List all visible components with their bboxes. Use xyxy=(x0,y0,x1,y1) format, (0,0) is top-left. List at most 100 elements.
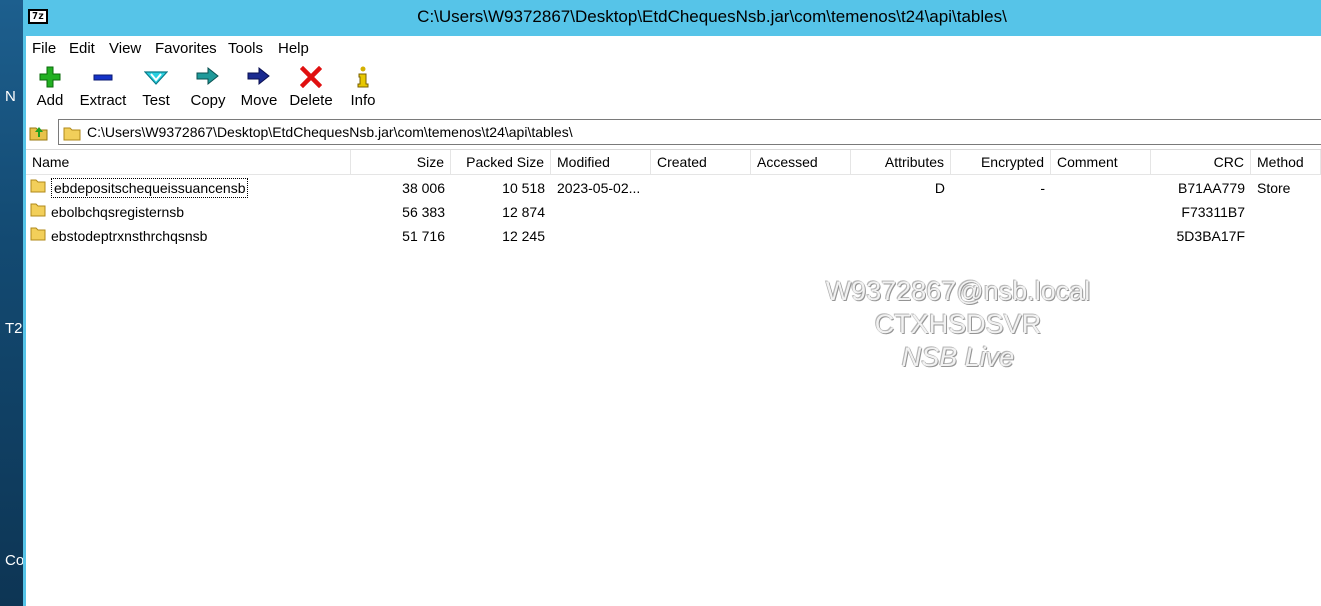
delete-label: Delete xyxy=(289,92,333,109)
info-label: Info xyxy=(350,92,376,109)
x-icon xyxy=(288,65,334,92)
desktop-icon-label[interactable]: N xyxy=(5,88,16,105)
up-folder-button[interactable] xyxy=(29,122,51,142)
menu-favorites[interactable]: Favorites xyxy=(155,40,217,57)
method-cell xyxy=(1251,200,1321,224)
encrypted-cell xyxy=(951,224,1051,248)
move-button[interactable]: Move xyxy=(239,66,279,116)
archive-window: 7z C:\Users\W9372867\Desktop\EtdChequesN… xyxy=(23,0,1321,606)
col-packed-size[interactable]: Packed Size xyxy=(451,150,551,175)
watermark-user: W9372867@nsb.local xyxy=(825,276,1091,306)
add-button[interactable]: Add xyxy=(32,66,68,116)
column-header: Name Size Packed Size Modified Created A… xyxy=(26,150,1321,175)
address-field[interactable]: C:\Users\W9372867\Desktop\EtdChequesNsb.… xyxy=(58,119,1321,145)
encrypted-cell xyxy=(951,200,1051,224)
modified-cell xyxy=(551,200,651,224)
folder-icon xyxy=(30,224,46,248)
file-name: ebstodeptrxnsthrchqsnsb xyxy=(51,228,208,244)
arrow-right-icon xyxy=(239,66,279,92)
crc-cell: B71AA779 xyxy=(1178,180,1245,196)
delete-button[interactable]: Delete xyxy=(288,65,334,116)
menu-bar: File Edit View Favorites Tools Help xyxy=(26,36,1321,60)
comment-cell xyxy=(1051,176,1151,200)
comment-cell xyxy=(1051,224,1151,248)
method-cell xyxy=(1251,224,1321,248)
menu-view[interactable]: View xyxy=(109,40,141,57)
move-label: Move xyxy=(240,92,278,109)
col-crc[interactable]: CRC xyxy=(1151,150,1251,175)
col-modified[interactable]: Modified xyxy=(551,150,651,175)
title-bar[interactable]: 7z C:\Users\W9372867\Desktop\EtdChequesN… xyxy=(23,0,1321,36)
crc-cell: F73311B7 xyxy=(1181,204,1245,220)
created-cell xyxy=(651,200,751,224)
menu-tools[interactable]: Tools xyxy=(228,40,263,57)
table-row[interactable]: ebstodeptrxnsthrchqsnsb 51 716 12 245 5D… xyxy=(26,224,1321,248)
minus-icon xyxy=(77,66,129,92)
menu-file[interactable]: File xyxy=(32,40,56,57)
method-cell: Store xyxy=(1257,180,1291,196)
packed-size-cell: 10 518 xyxy=(502,180,545,196)
accessed-cell xyxy=(751,200,851,224)
crc-cell: 5D3BA17F xyxy=(1176,228,1245,244)
plus-icon xyxy=(32,66,68,92)
double-arrow-icon xyxy=(186,66,230,92)
toolbar: Add Extract Test Copy Move Delete Info xyxy=(26,60,1321,116)
info-button[interactable]: Info xyxy=(348,66,378,116)
name-cell: ebolbchqsregisternsb xyxy=(26,200,351,224)
window-title: C:\Users\W9372867\Desktop\EtdChequesNsb.… xyxy=(417,7,1007,26)
accessed-cell xyxy=(751,224,851,248)
attributes-cell xyxy=(851,224,951,248)
test-button[interactable]: Test xyxy=(136,66,176,116)
folder-up-icon xyxy=(29,127,48,141)
name-cell: ebdepositschequeissuancensb xyxy=(26,176,351,200)
watermark-environment: NSB Live xyxy=(901,342,1015,372)
encrypted-cell: - xyxy=(1040,180,1045,196)
test-label: Test xyxy=(142,92,170,109)
add-label: Add xyxy=(36,92,64,109)
desktop-icon-label[interactable]: T2 xyxy=(5,320,23,337)
table-row[interactable]: ebolbchqsregisternsb 56 383 12 874 F7331… xyxy=(26,200,1321,224)
modified-cell xyxy=(551,224,651,248)
file-name: ebdepositschequeissuancensb xyxy=(51,178,249,198)
extract-button[interactable]: Extract xyxy=(77,66,129,116)
menu-edit[interactable]: Edit xyxy=(69,40,95,57)
col-method[interactable]: Method xyxy=(1251,150,1321,175)
extract-label: Extract xyxy=(79,92,127,109)
modified-cell: 2023-05-02... xyxy=(557,180,641,196)
watermark-server: CTXHSDSVR xyxy=(874,309,1042,339)
accessed-cell xyxy=(751,176,851,200)
file-name: ebolbchqsregisternsb xyxy=(51,204,185,220)
table-row[interactable]: ebdepositschequeissuancensb 38 006 10 51… xyxy=(26,176,1321,200)
copy-label: Copy xyxy=(190,92,226,109)
created-cell xyxy=(651,224,751,248)
address-path: C:\Users\W9372867\Desktop\EtdChequesNsb.… xyxy=(87,124,573,140)
copy-button[interactable]: Copy xyxy=(186,66,230,116)
menu-help[interactable]: Help xyxy=(278,40,309,57)
comment-cell xyxy=(1051,200,1151,224)
col-accessed[interactable]: Accessed xyxy=(751,150,851,175)
col-created[interactable]: Created xyxy=(651,150,751,175)
packed-size-cell: 12 874 xyxy=(502,204,545,220)
info-icon xyxy=(348,66,378,92)
address-bar: C:\Users\W9372867\Desktop\EtdChequesNsb.… xyxy=(26,117,1321,147)
folder-icon xyxy=(30,200,46,224)
col-encrypted[interactable]: Encrypted xyxy=(951,150,1051,175)
created-cell xyxy=(651,176,751,200)
packed-size-cell: 12 245 xyxy=(502,228,545,244)
session-watermark: W9372867@nsb.local CTXHSDSVR NSB Live xyxy=(808,275,1108,374)
file-list: Name Size Packed Size Modified Created A… xyxy=(26,149,1321,606)
desktop-icon-label[interactable]: Co xyxy=(5,552,24,569)
name-cell: ebstodeptrxnsthrchqsnsb xyxy=(26,224,351,248)
size-cell: 51 716 xyxy=(402,228,445,244)
col-comment[interactable]: Comment xyxy=(1051,150,1151,175)
folder-icon xyxy=(30,176,46,200)
col-attributes[interactable]: Attributes xyxy=(851,150,951,175)
folder-icon xyxy=(63,125,81,144)
size-cell: 38 006 xyxy=(402,180,445,196)
col-size[interactable]: Size xyxy=(351,150,451,175)
size-cell: 56 383 xyxy=(402,204,445,220)
attributes-cell xyxy=(851,200,951,224)
check-icon xyxy=(136,66,176,92)
col-name[interactable]: Name xyxy=(26,150,351,175)
attributes-cell: D xyxy=(934,180,945,196)
